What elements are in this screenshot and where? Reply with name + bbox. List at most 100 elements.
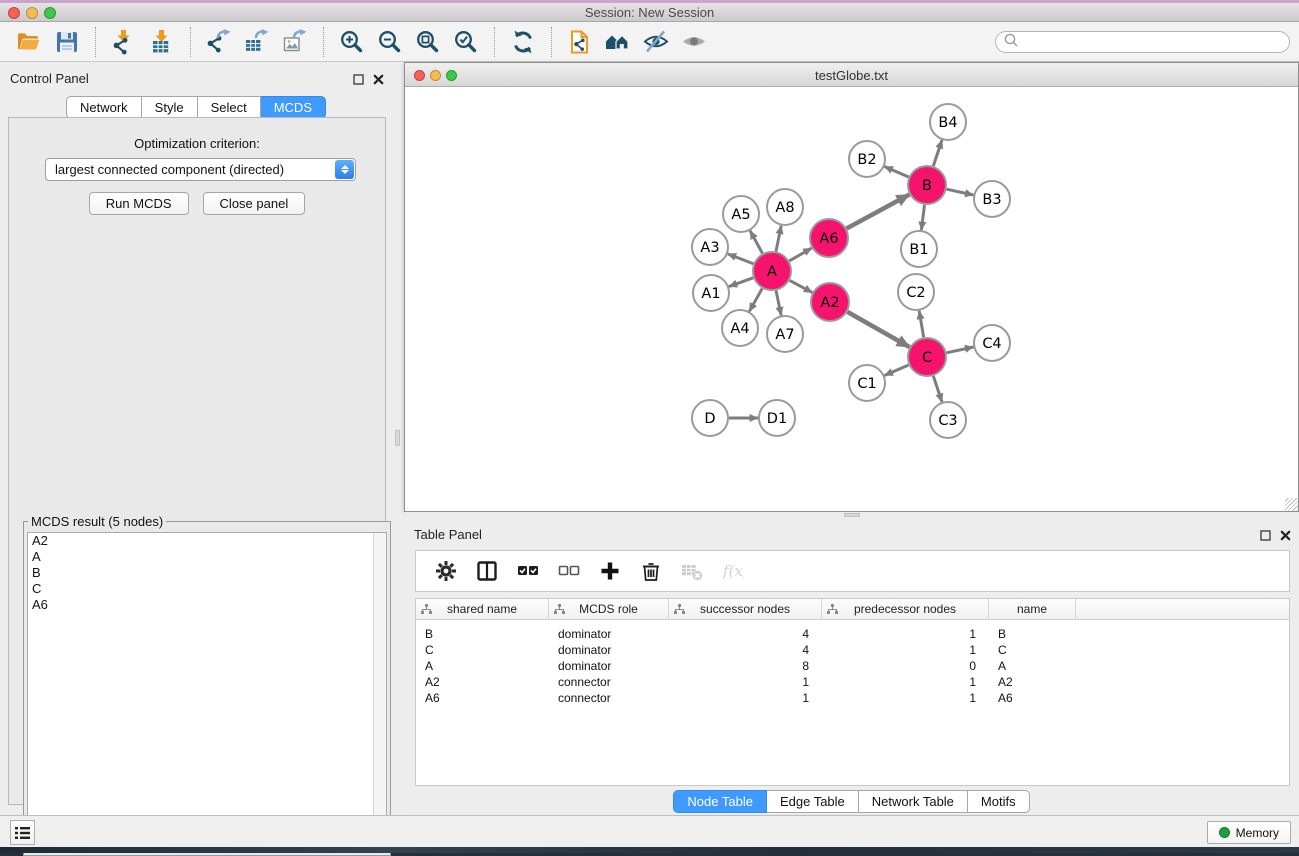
graph-node-B3[interactable]: B3 <box>974 181 1010 217</box>
table-cell[interactable]: A2 <box>989 675 1076 689</box>
show-all-button[interactable] <box>675 26 713 58</box>
table-cell[interactable]: C <box>989 643 1076 657</box>
graph-node-A[interactable]: A <box>753 252 791 290</box>
memory-button[interactable]: Memory <box>1207 821 1291 844</box>
graph-edge-B-B2[interactable] <box>884 167 908 177</box>
result-list-item[interactable]: A <box>28 549 386 565</box>
graph-edge-A-A4[interactable] <box>749 288 762 311</box>
graph-node-B4[interactable]: B4 <box>930 104 966 140</box>
graph-edge-A-A6[interactable] <box>789 248 811 261</box>
table-cell[interactable]: dominator <box>549 627 669 641</box>
table-cell[interactable]: A <box>416 659 549 673</box>
table-cell[interactable]: A6 <box>989 691 1076 705</box>
graph-edge-A-A3[interactable] <box>728 254 754 264</box>
task-history-button[interactable] <box>10 820 35 845</box>
table-cell[interactable]: 1 <box>822 627 989 641</box>
search-box[interactable] <box>995 31 1290 53</box>
table-row[interactable]: Cdominator41C <box>416 642 1289 658</box>
graph-edge-A-A8[interactable] <box>776 226 781 252</box>
graph-edge-A6-B[interactable] <box>847 195 910 229</box>
table-cell[interactable]: 8 <box>669 659 822 673</box>
graph-node-B[interactable]: B <box>908 166 946 204</box>
close-panel-icon[interactable] <box>373 72 384 90</box>
search-input[interactable] <box>1019 33 1289 51</box>
graph-node-A6[interactable]: A6 <box>810 219 848 257</box>
graph-node-D1[interactable]: D1 <box>759 400 795 436</box>
tab-mcds[interactable]: MCDS <box>261 96 326 119</box>
column-sort-icon[interactable] <box>554 604 565 615</box>
tab-network-table[interactable]: Network Table <box>859 790 968 813</box>
result-list-item[interactable]: A2 <box>28 533 386 549</box>
column-sort-icon[interactable] <box>827 604 838 615</box>
table-cell[interactable]: 1 <box>669 675 822 689</box>
result-list-item[interactable]: B <box>28 565 386 581</box>
graph-edge-A-A2[interactable] <box>790 280 813 292</box>
save-session-button[interactable] <box>48 26 86 58</box>
graph-edge-B-B1[interactable] <box>921 205 924 230</box>
table-cell[interactable]: A <box>989 659 1076 673</box>
deselect-all-button[interactable] <box>557 559 581 583</box>
export-network-button[interactable] <box>200 26 238 58</box>
tab-style[interactable]: Style <box>142 96 198 119</box>
resize-grip-icon[interactable] <box>1285 498 1298 511</box>
column-header-MCDS-role[interactable]: MCDS role <box>549 599 669 619</box>
mcds-result-list[interactable]: A2ABCA6 <box>27 532 387 852</box>
close-panel-button[interactable]: Close panel <box>203 192 306 215</box>
graph-node-C4[interactable]: C4 <box>974 325 1010 361</box>
table-cell[interactable]: 1 <box>669 691 822 705</box>
settings-button[interactable] <box>434 559 458 583</box>
graph-edge-C-C2[interactable] <box>919 311 923 338</box>
graph-edge-A-A7[interactable] <box>776 291 781 316</box>
new-network-from-selection-button[interactable] <box>561 26 599 58</box>
vertical-splitter[interactable] <box>392 62 404 812</box>
table-cell[interactable]: B <box>989 627 1076 641</box>
graph-node-A7[interactable]: A7 <box>767 316 803 352</box>
zoom-fit-button[interactable] <box>409 26 447 58</box>
delete-column-button[interactable] <box>639 559 663 583</box>
split-panel-button[interactable] <box>475 559 499 583</box>
graph-node-C[interactable]: C <box>908 338 946 376</box>
column-header-successor-nodes[interactable]: successor nodes <box>669 599 822 619</box>
result-list-item[interactable]: A6 <box>28 597 386 613</box>
table-cell[interactable]: connector <box>549 675 669 689</box>
tab-network[interactable]: Network <box>66 96 142 119</box>
open-session-button[interactable] <box>10 26 48 58</box>
splitter-grip[interactable] <box>844 513 860 517</box>
run-mcds-button[interactable]: Run MCDS <box>89 192 189 215</box>
graph-node-A3[interactable]: A3 <box>692 229 728 265</box>
table-row[interactable]: A6connector11A6 <box>416 690 1289 706</box>
table-cell[interactable]: 1 <box>822 675 989 689</box>
graph-node-B2[interactable]: B2 <box>849 141 885 177</box>
graph-edge-C-C3[interactable] <box>933 376 942 402</box>
result-list-item[interactable]: C <box>28 581 386 597</box>
graph-node-C3[interactable]: C3 <box>930 402 966 438</box>
import-network-button[interactable] <box>105 26 143 58</box>
table-cell[interactable]: 1 <box>822 643 989 657</box>
table-cell[interactable]: 4 <box>669 643 822 657</box>
graph-edge-C-C1[interactable] <box>884 365 908 375</box>
optimization-criterion-select[interactable]: largest connected component (directed) <box>45 158 356 181</box>
tab-edge-table[interactable]: Edge Table <box>767 790 859 813</box>
refresh-network-button[interactable] <box>504 26 542 58</box>
graph-node-A8[interactable]: A8 <box>767 189 803 225</box>
graph-node-C2[interactable]: C2 <box>898 274 934 310</box>
zoom-in-button[interactable] <box>333 26 371 58</box>
table-cell[interactable]: A2 <box>416 675 549 689</box>
graph-edge-B-B3[interactable] <box>947 189 974 195</box>
column-header-predecessor-nodes[interactable]: predecessor nodes <box>822 599 989 619</box>
table-cell[interactable]: 1 <box>822 691 989 705</box>
graph-edge-B-B4[interactable] <box>933 140 942 166</box>
column-sort-icon[interactable] <box>674 604 685 615</box>
table-cell[interactable]: B <box>416 627 549 641</box>
table-cell[interactable]: 4 <box>669 627 822 641</box>
graph-edge-A-A5[interactable] <box>750 231 762 254</box>
zoom-out-button[interactable] <box>371 26 409 58</box>
close-panel-icon[interactable] <box>1280 528 1291 546</box>
graph-node-A1[interactable]: A1 <box>693 275 729 311</box>
hide-selected-button[interactable] <box>637 26 675 58</box>
select-all-button[interactable] <box>516 559 540 583</box>
graph-edge-A-A1[interactable] <box>729 278 753 287</box>
tab-select[interactable]: Select <box>198 96 261 119</box>
table-cell[interactable]: dominator <box>549 643 669 657</box>
result-scrollbar[interactable] <box>373 533 386 851</box>
